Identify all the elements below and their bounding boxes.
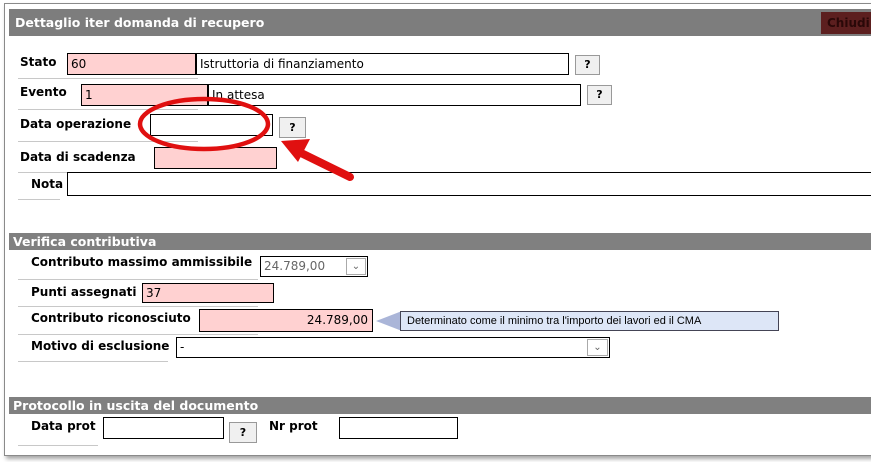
nr-prot-label: Nr prot — [269, 419, 318, 433]
divider — [18, 306, 258, 307]
contributo-massimo-label: Contributo massimo ammissibile — [31, 255, 253, 269]
divider — [18, 279, 258, 280]
nota-label: Nota — [31, 177, 64, 191]
punti-assegnati-field[interactable]: 37 — [142, 283, 274, 303]
chevron-down-icon[interactable]: ⌄ — [346, 258, 366, 275]
data-prot-label: Data prot — [31, 419, 96, 433]
evento-label: Evento — [20, 85, 67, 99]
tooltip-arrow-icon — [376, 311, 402, 331]
divider — [18, 334, 258, 335]
contributo-massimo-value: 24.789,00 — [264, 259, 326, 273]
nr-prot-field[interactable] — [339, 417, 458, 439]
divider — [18, 361, 168, 362]
close-button[interactable]: Chiudi — [821, 12, 871, 34]
contributo-riconosciuto-label: Contributo riconosciuto — [31, 311, 191, 325]
divider — [18, 78, 198, 79]
punti-assegnati-label: Punti assegnati — [31, 285, 137, 299]
evento-description-field[interactable]: In attesa — [208, 84, 581, 106]
data-prot-field[interactable] — [103, 417, 224, 439]
stato-label: Stato — [20, 55, 57, 69]
contributo-hint-tooltip: Determinato come il minimo tra l'importo… — [400, 311, 779, 331]
divider — [18, 199, 60, 200]
stato-help-button[interactable]: ? — [575, 55, 600, 75]
section-protocollo: Protocollo in uscita del documento — [9, 397, 871, 414]
nota-field[interactable] — [67, 172, 871, 196]
motivo-esclusione-label: Motivo di esclusione — [31, 339, 170, 353]
chevron-down-icon[interactable]: ⌄ — [587, 339, 608, 356]
contributo-riconosciuto-field[interactable]: 24.789,00 — [199, 309, 373, 332]
evento-help-button[interactable]: ? — [587, 85, 612, 105]
evento-code-field[interactable]: 1 — [81, 84, 208, 106]
stato-code-field[interactable]: 60 — [67, 53, 196, 75]
divider — [18, 141, 198, 142]
data-prot-help-button[interactable]: ? — [229, 422, 257, 443]
motivo-esclusione-value: - — [180, 340, 185, 354]
data-operazione-field[interactable] — [150, 114, 273, 136]
dialog-title: Dettaglio iter domanda di recupero — [15, 15, 265, 30]
motivo-esclusione-select[interactable]: - — [176, 337, 610, 358]
divider — [18, 445, 98, 446]
data-operazione-label: Data operazione — [20, 117, 132, 131]
stato-description-field[interactable]: Istruttoria di finanziamento — [196, 53, 569, 75]
dialog-titlebar: Dettaglio iter domanda di recupero Chiud… — [9, 9, 871, 36]
data-scadenza-label: Data di scadenza — [20, 150, 136, 164]
data-scadenza-field[interactable] — [154, 147, 277, 169]
divider — [18, 109, 198, 110]
data-operazione-help-button[interactable]: ? — [279, 117, 306, 138]
section-verifica-contributiva: Verifica contributiva — [9, 233, 871, 250]
